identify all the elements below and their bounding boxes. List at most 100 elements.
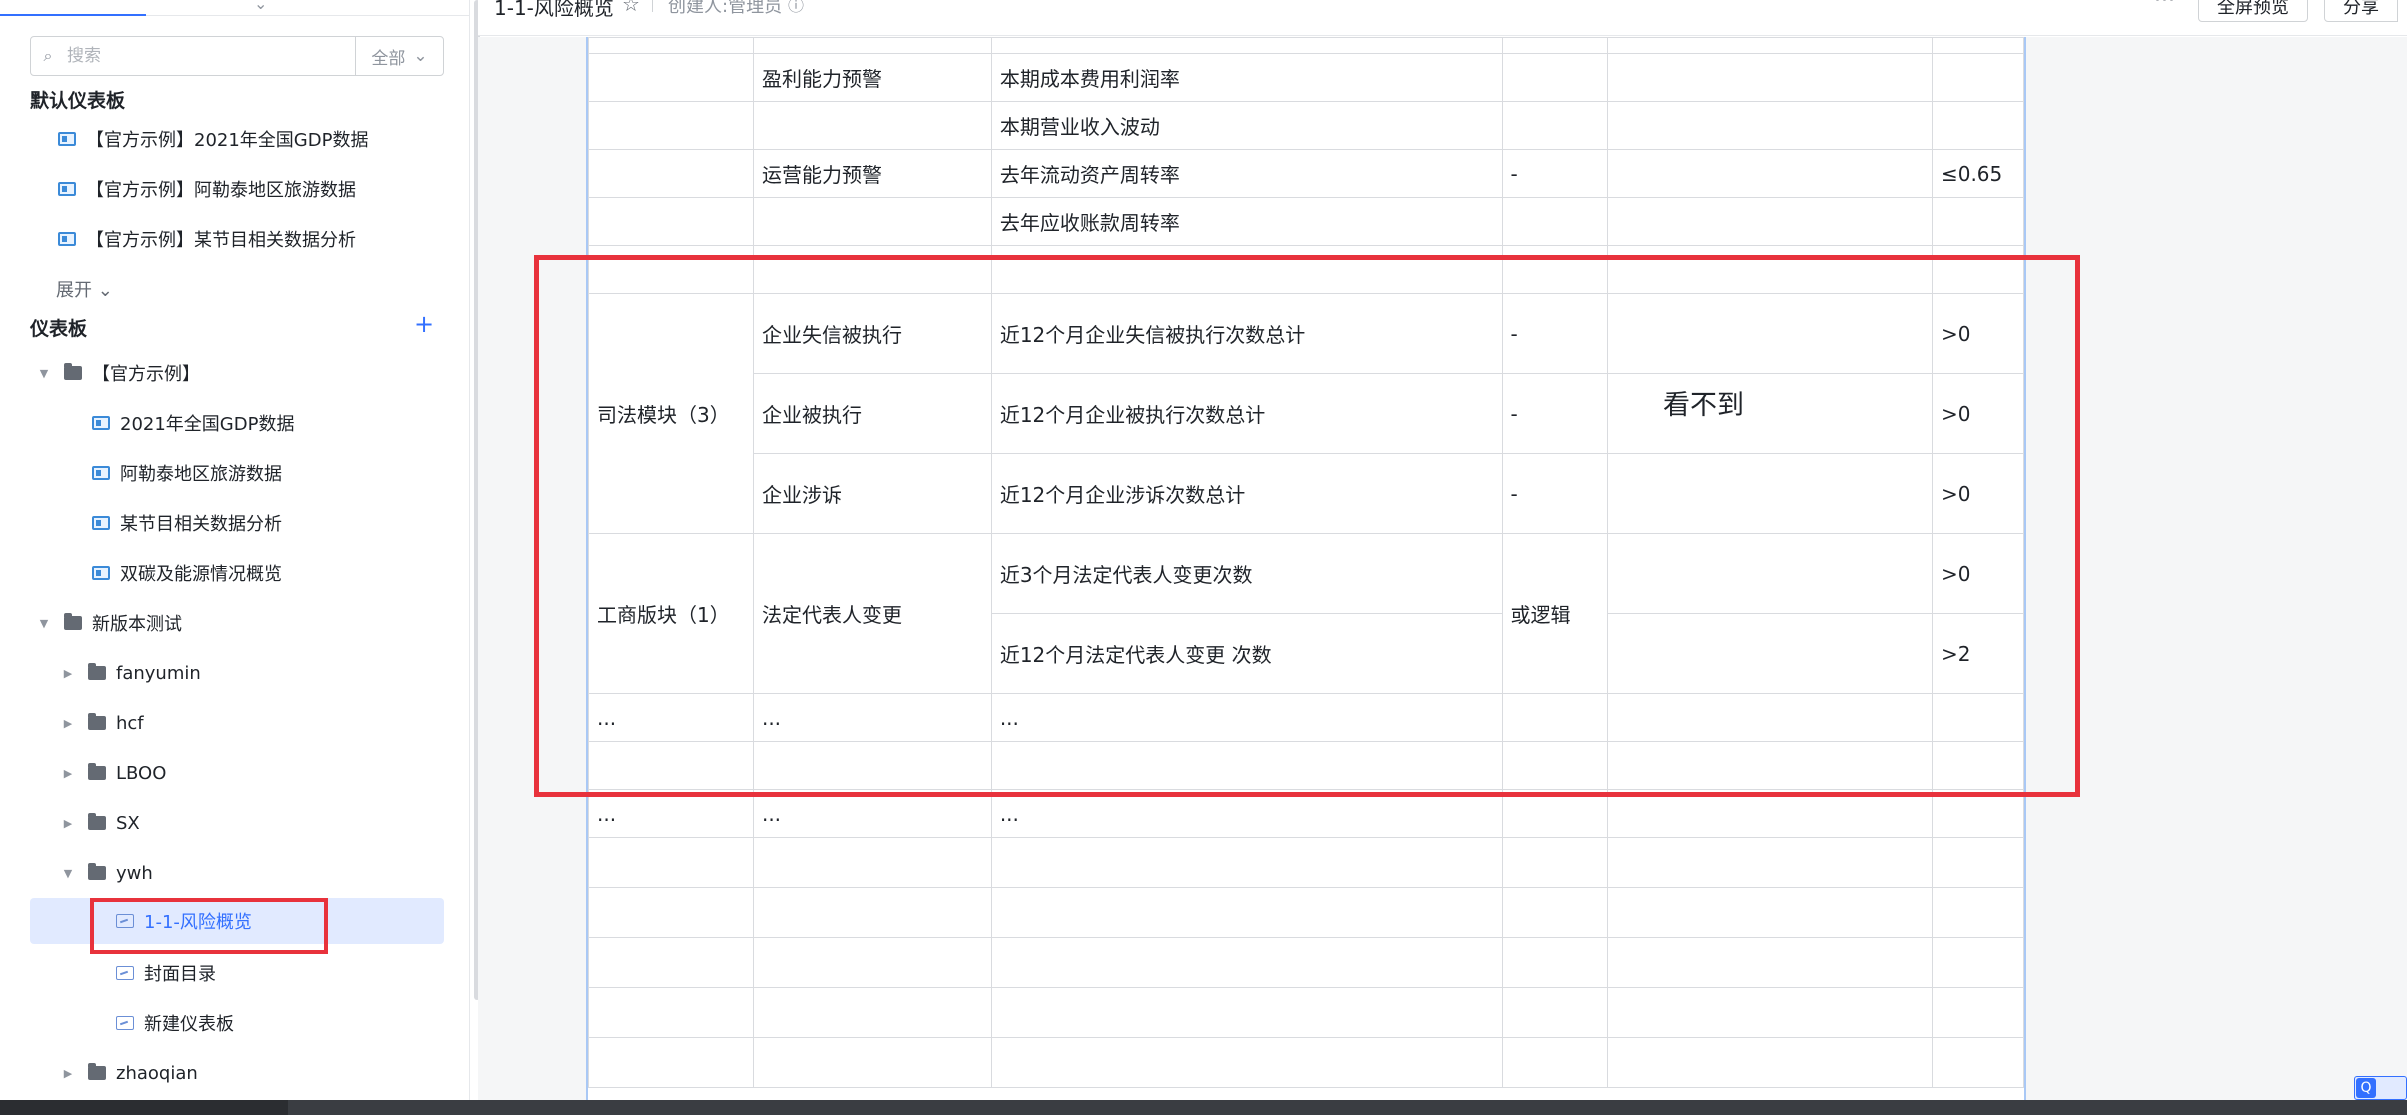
info-icon[interactable]: ⓘ	[788, 0, 804, 16]
table-cell[interactable]	[1607, 37, 1933, 54]
table-cell[interactable]	[1607, 837, 1933, 888]
fullscreen-preview-button[interactable]: 全屏预览	[2198, 0, 2308, 22]
table-cell[interactable]	[990, 937, 1503, 988]
table-cell[interactable]	[1607, 197, 1933, 246]
table-cell[interactable]	[1501, 837, 1609, 888]
caret-right-icon[interactable]: ▶	[58, 817, 78, 830]
table-cell[interactable]	[1607, 937, 1933, 988]
help-widget[interactable]: Q	[2354, 1076, 2407, 1100]
table-cell[interactable]	[588, 197, 754, 246]
table-cell[interactable]	[990, 1037, 1503, 1088]
caret-right-icon[interactable]: ▶	[58, 667, 78, 680]
table-cell[interactable]	[752, 937, 992, 988]
search-scope-label: 全部	[371, 48, 406, 69]
share-button[interactable]: 分享	[2324, 0, 2398, 22]
table-cell[interactable]	[1501, 37, 1609, 54]
tree-folder[interactable]: ▶ SX	[30, 800, 444, 846]
table-cell[interactable]	[752, 887, 992, 938]
table-cell[interactable]	[1607, 1037, 1933, 1088]
table-cell[interactable]	[588, 149, 754, 198]
caret-down-icon[interactable]: ▼	[34, 617, 54, 630]
dashboard-icon	[92, 466, 110, 480]
star-icon[interactable]: ☆	[622, 0, 640, 16]
table-cell[interactable]	[1931, 1037, 2025, 1088]
tab-icon[interactable]: ⌄	[254, 0, 267, 13]
table-cell[interactable]	[1931, 987, 2025, 1038]
more-icon[interactable]: ···	[2154, 0, 2175, 13]
table-cell[interactable]	[1931, 101, 2025, 150]
tree-folder[interactable]: ▶ LBOO	[30, 750, 444, 796]
table-cell[interactable]	[990, 837, 1503, 888]
table-cell[interactable]: 运营能力预警	[752, 149, 992, 198]
table-cell[interactable]	[990, 37, 1503, 54]
table-cell[interactable]	[1501, 1037, 1609, 1088]
default-dashboard-item[interactable]: 【官方示例】2021年全国GDP数据	[30, 116, 444, 162]
table-cell[interactable]	[588, 887, 754, 938]
table-cell[interactable]	[588, 837, 754, 888]
table-cell[interactable]: 去年流动资产周转率	[990, 149, 1503, 198]
dashboard-icon	[92, 566, 110, 580]
table-cell[interactable]: 盈利能力预警	[752, 53, 992, 102]
table-cell[interactable]	[1931, 197, 2025, 246]
table-cell[interactable]	[752, 101, 992, 150]
table-cell[interactable]: 本期营业收入波动	[990, 101, 1503, 150]
add-dashboard-icon[interactable]: +	[414, 310, 434, 338]
default-dashboard-item[interactable]: 【官方示例】某节目相关数据分析	[30, 216, 444, 262]
table-cell[interactable]	[752, 1037, 992, 1088]
tree-dashboard-item[interactable]: 封面目录	[30, 950, 444, 996]
tree-dashboard-item[interactable]: 新建仪表板	[30, 1000, 444, 1046]
caret-down-icon[interactable]: ▼	[58, 867, 78, 880]
tree-folder[interactable]: ▼ 新版本测试	[30, 600, 444, 646]
table-cell[interactable]	[1501, 197, 1609, 246]
table-cell[interactable]	[1501, 53, 1609, 102]
table-cell[interactable]	[588, 1037, 754, 1088]
table-cell[interactable]	[588, 53, 754, 102]
table-cell[interactable]	[1607, 53, 1933, 102]
table-cell[interactable]	[1931, 837, 2025, 888]
table-cell[interactable]	[1931, 37, 2025, 54]
caret-right-icon[interactable]: ▶	[58, 717, 78, 730]
table-cell[interactable]	[588, 937, 754, 988]
table-cell[interactable]: -	[1501, 149, 1609, 198]
table-cell[interactable]	[1501, 987, 1609, 1038]
table-cell[interactable]	[1607, 149, 1933, 198]
search-input[interactable]	[65, 38, 355, 74]
table-cell[interactable]	[1931, 937, 2025, 988]
table-cell[interactable]	[588, 37, 754, 54]
tree-folder[interactable]: ▼ ywh	[30, 850, 444, 896]
table-cell[interactable]	[1931, 887, 2025, 938]
table-cell[interactable]	[1607, 887, 1933, 938]
table-cell[interactable]	[990, 987, 1503, 1038]
table-cell[interactable]: ≤0.65	[1931, 149, 2025, 198]
table-cell[interactable]	[1607, 987, 1933, 1038]
table-cell[interactable]: 本期成本费用利润率	[990, 53, 1503, 102]
default-dashboard-label: 【官方示例】2021年全国GDP数据	[86, 130, 369, 151]
default-dashboard-item[interactable]: 【官方示例】阿勒泰地区旅游数据	[30, 166, 444, 212]
table-cell[interactable]	[1607, 101, 1933, 150]
table-cell[interactable]	[588, 987, 754, 1038]
table-cell[interactable]	[752, 197, 992, 246]
table-cell[interactable]	[1501, 101, 1609, 150]
tree-folder[interactable]: ▶ fanyumin	[30, 650, 444, 696]
table-cell[interactable]: 去年应收账款周转率	[990, 197, 1503, 246]
tree-dashboard-item[interactable]: 2021年全国GDP数据	[30, 400, 444, 446]
tree-folder[interactable]: ▶ zhaoqian	[30, 1050, 444, 1096]
expand-toggle[interactable]: 展开 ⌄	[56, 276, 113, 302]
tree-folder[interactable]: ▼ 【官方示例】	[30, 350, 444, 396]
tree-dashboard-item[interactable]: 阿勒泰地区旅游数据	[30, 450, 444, 496]
tree-dashboard-item[interactable]: 双碳及能源情况概览	[30, 550, 444, 596]
table-cell[interactable]	[752, 987, 992, 1038]
table-cell[interactable]	[752, 837, 992, 888]
table-cell[interactable]	[1501, 887, 1609, 938]
caret-right-icon[interactable]: ▶	[58, 1067, 78, 1080]
tree-folder[interactable]: ▶ hcf	[30, 700, 444, 746]
search-scope-select[interactable]: 全部 ⌄	[355, 37, 443, 75]
table-cell[interactable]	[588, 101, 754, 150]
table-cell[interactable]	[1501, 937, 1609, 988]
caret-down-icon[interactable]: ▼	[34, 367, 54, 380]
table-cell[interactable]	[990, 887, 1503, 938]
table-cell[interactable]	[1931, 53, 2025, 102]
tree-dashboard-item[interactable]: 某节目相关数据分析	[30, 500, 444, 546]
caret-right-icon[interactable]: ▶	[58, 767, 78, 780]
table-cell[interactable]	[752, 37, 992, 54]
